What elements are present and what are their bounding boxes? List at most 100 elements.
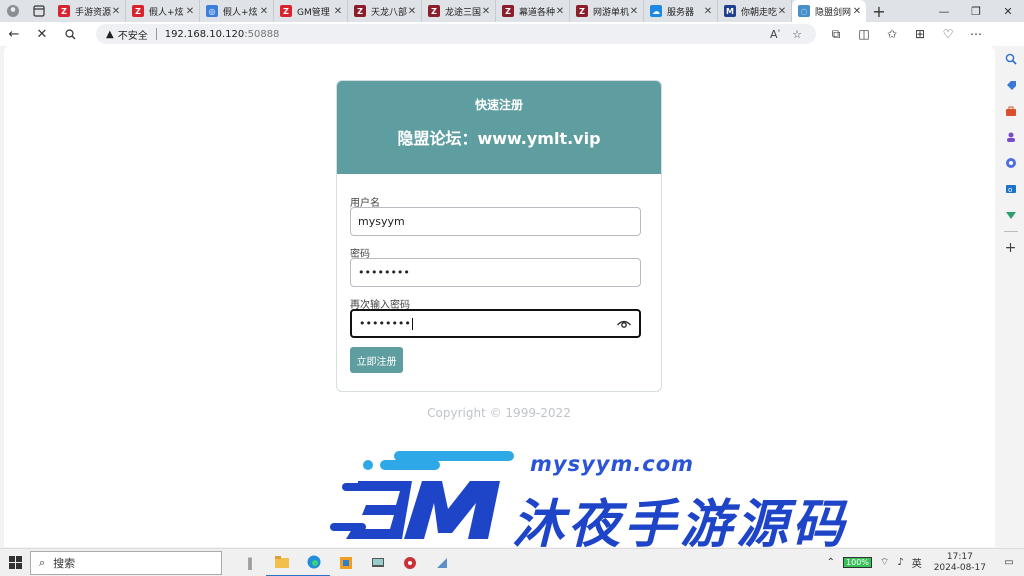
address-bar[interactable]: ▲ 不安全 192.168.10.120 :50888 Aᵃ ☆ — [96, 24, 816, 44]
register-button[interactable]: 立即注册 — [350, 347, 403, 373]
tab-favicon-icon: Z — [354, 5, 366, 17]
tool-app-icon[interactable] — [426, 549, 458, 576]
search-icon[interactable] — [56, 22, 84, 46]
tab-close-icon[interactable]: ✕ — [407, 6, 417, 17]
tab-close-icon[interactable]: ✕ — [703, 6, 713, 17]
tab-close-icon[interactable]: ✕ — [333, 6, 343, 17]
tab-close-icon[interactable]: ✕ — [852, 6, 862, 17]
confirm-password-input[interactable]: •••••••• — [350, 309, 641, 338]
taskbar-search-box[interactable]: ⌕ 搜索 — [30, 550, 222, 575]
browser-tab[interactable]: Z 幕道各种 ✕ — [496, 0, 570, 22]
favorite-star-icon[interactable]: ☆ — [786, 28, 808, 41]
tab-title: 假人+炫 — [149, 7, 184, 18]
windows-start-icon[interactable] — [0, 549, 30, 576]
username-label: 用户名 — [350, 198, 380, 209]
collections-icon[interactable]: ⊞ — [906, 22, 934, 46]
profile-icon[interactable] — [0, 0, 26, 22]
tray-chevron-icon[interactable]: ⌃ — [827, 557, 835, 568]
form-title: 快速注册 — [474, 98, 523, 112]
task-view-icon[interactable]: ‖ — [234, 549, 266, 576]
tab-actions-icon[interactable] — [26, 0, 52, 22]
security-label: 不安全 — [117, 30, 148, 42]
sidebar-divider — [1003, 231, 1018, 232]
confirm-password-value: •••••••• — [359, 317, 411, 330]
browser-tab[interactable]: Z 假人+炫 ✕ — [126, 0, 200, 22]
restore-button[interactable]: ❐ — [960, 0, 992, 22]
tab-title: 龙途三国 — [445, 7, 481, 18]
register-card: 快速注册 隐盟论坛：www.ymlt.vip 用户名 mysyym 密码 •••… — [336, 80, 662, 392]
divider — [155, 28, 157, 40]
browser-tab[interactable]: Z GM管理 ✕ — [274, 0, 348, 22]
tab-favicon-icon: Z — [576, 5, 588, 17]
tab-close-icon[interactable]: ✕ — [185, 6, 195, 17]
sidebar-shopping-icon[interactable] — [997, 72, 1024, 98]
copilot-icon[interactable]: ♡ — [934, 22, 962, 46]
taskbar-search-placeholder: 搜索 — [53, 556, 76, 570]
browser-tab[interactable]: Z 网游单机 ✕ — [570, 0, 644, 22]
sidebar-add-icon[interactable]: + — [997, 235, 1024, 261]
tab-favicon-icon: Z — [428, 5, 440, 17]
sidebar-games-icon[interactable] — [997, 124, 1024, 150]
file-explorer-icon[interactable] — [266, 549, 298, 576]
sidebar-outlook-icon[interactable]: o — [997, 176, 1024, 202]
browser-tab[interactable]: Z 天龙八部 ✕ — [348, 0, 422, 22]
username-value: mysyym — [358, 215, 405, 228]
warning-icon: ▲ — [106, 28, 114, 40]
tab-title: GM管理 — [297, 7, 330, 18]
more-menu-icon[interactable]: ⋯ — [962, 22, 990, 46]
password-input[interactable]: •••••••• — [350, 258, 641, 287]
battery-indicator[interactable]: 100% — [843, 557, 872, 568]
game-client-icon[interactable] — [394, 549, 426, 576]
browser-tab[interactable]: Z 手游资源 ✕ — [52, 0, 126, 22]
volume-icon[interactable]: ♪ — [897, 557, 903, 568]
tab-favicon-icon: M — [724, 5, 736, 17]
split-screen-icon[interactable]: ◫ — [850, 22, 878, 46]
tab-close-icon[interactable]: ✕ — [629, 6, 639, 17]
tab-favicon-icon: Z — [502, 5, 514, 17]
browser-tab[interactable]: Z 龙途三国 ✕ — [422, 0, 496, 22]
notification-icon[interactable]: ▭ — [998, 557, 1020, 568]
show-password-eye-icon[interactable] — [616, 316, 632, 332]
clock-date: 2024-08-17 — [933, 562, 986, 573]
tab-title: 隐盟剑网 — [815, 7, 852, 18]
card-header: 快速注册 隐盟论坛：www.ymlt.vip — [337, 81, 661, 174]
read-aloud-icon[interactable]: Aᵃ — [764, 28, 786, 41]
tab-close-icon[interactable]: ✕ — [481, 6, 491, 17]
tab-favicon-icon: ☁ — [650, 5, 662, 17]
tab-title: 网游单机 — [593, 7, 629, 18]
store-app-icon[interactable] — [330, 549, 362, 576]
stop-button[interactable]: ✕ — [28, 22, 56, 46]
edge-sidebar: o + — [997, 46, 1024, 548]
edge-browser-icon[interactable] — [298, 549, 330, 576]
network-icon[interactable]: ⌔ — [880, 556, 889, 569]
tab-close-icon[interactable]: ✕ — [111, 6, 121, 17]
sidebar-copilot-icon[interactable] — [997, 150, 1024, 176]
sidebar-search-icon[interactable] — [997, 46, 1024, 72]
browser-tab[interactable]: M 你朝走吃 ✕ — [718, 0, 792, 22]
system-clock[interactable]: 17:17 2024-08-17 — [934, 552, 986, 574]
watermark-name: 沐夜手游源码 — [512, 495, 849, 547]
windows-taskbar: ⌕ 搜索 ‖ ⌃ 100% ⌔ ♪ 英 17:17 2024-08-17 ▭ — [0, 548, 1024, 576]
minimize-button[interactable]: — — [928, 0, 960, 22]
favorites-icon[interactable]: ✩ — [878, 22, 906, 46]
input-method-icon[interactable]: 英 — [912, 555, 922, 570]
extensions-icon[interactable]: ⧉ — [822, 22, 850, 46]
tab-close-icon[interactable]: ✕ — [777, 6, 787, 17]
remote-desktop-icon[interactable] — [362, 549, 394, 576]
back-button[interactable]: ← — [0, 22, 28, 46]
browser-tab[interactable]: ☁ 服务器 ✕ — [644, 0, 718, 22]
tab-close-icon[interactable]: ✕ — [555, 6, 565, 17]
sidebar-drop-icon[interactable] — [997, 202, 1024, 228]
username-input[interactable]: mysyym — [350, 207, 641, 236]
sidebar-tools-icon[interactable] — [997, 98, 1024, 124]
taskbar-search-icon: ⌕ — [39, 555, 46, 569]
close-window-button[interactable]: ✕ — [992, 0, 1024, 22]
tab-close-icon[interactable]: ✕ — [259, 6, 269, 17]
browser-tab[interactable]: ◌ 隐盟剑网 ✕ — [792, 0, 866, 22]
watermark-logo-icon — [330, 451, 514, 539]
window-controls: — ❐ ✕ — [928, 0, 1024, 22]
browser-tab[interactable]: ◎ 假人+炫 ✕ — [200, 0, 274, 22]
new-tab-button[interactable]: + — [866, 0, 892, 22]
confirm-password-label: 再次输入密码 — [350, 300, 410, 311]
tab-favicon-icon: Z — [280, 5, 292, 17]
